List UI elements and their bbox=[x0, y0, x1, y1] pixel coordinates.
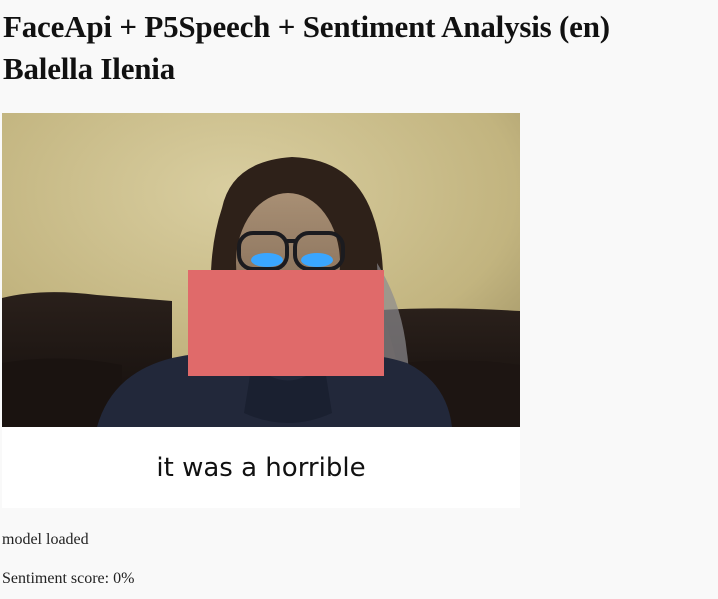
page-title: FaceApi + P5Speech + Sentiment Analysis … bbox=[3, 6, 610, 90]
title-line-2: Balella Ilenia bbox=[3, 51, 176, 86]
webcam-frame bbox=[2, 113, 520, 427]
sentiment-label: Sentiment score: bbox=[2, 570, 114, 587]
title-line-1: FaceApi + P5Speech + Sentiment Analysis … bbox=[3, 9, 610, 44]
sketch-canvas[interactable]: it was a horrible bbox=[2, 113, 520, 508]
sentiment-score: Sentiment score: 0% bbox=[2, 569, 134, 589]
sentiment-value: 0% bbox=[113, 570, 135, 587]
webcam-video bbox=[2, 113, 520, 427]
speech-caption: it was a horrible bbox=[2, 427, 520, 508]
face-detection-box bbox=[188, 270, 384, 376]
model-status: model loaded bbox=[2, 531, 89, 548]
